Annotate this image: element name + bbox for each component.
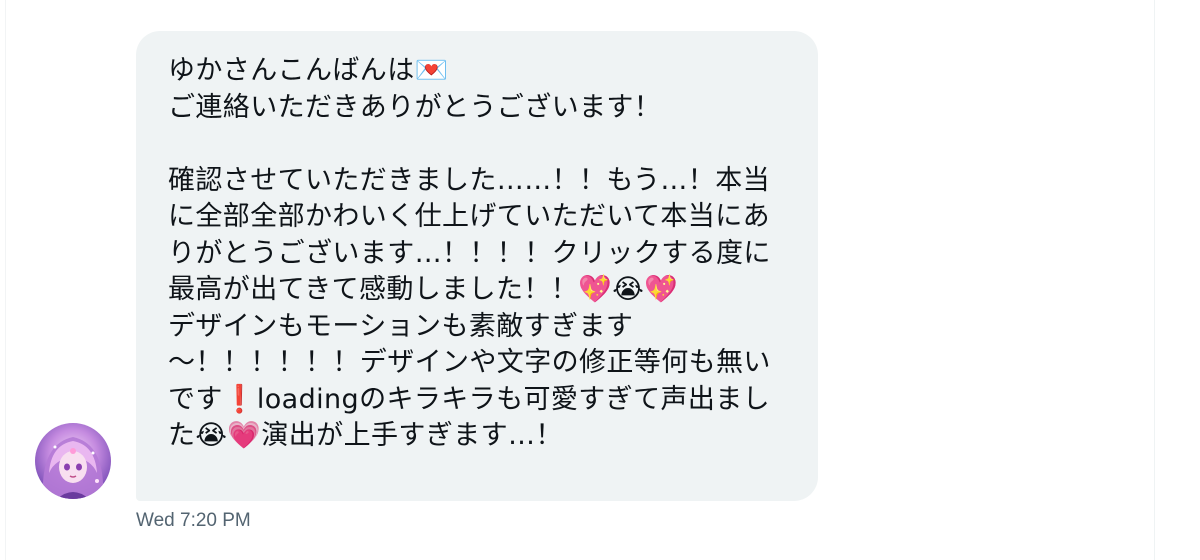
- message-timestamp: Wed 7:20 PM: [136, 510, 251, 531]
- message-text: ゆかさんこんばんは💌 ご連絡いただきありがとうございます！ 確認させていただきま…: [168, 55, 771, 451]
- sender-avatar[interactable]: [35, 423, 111, 499]
- message-bubble[interactable]: ゆかさんこんばんは💌 ご連絡いただきありがとうございます！ 確認させていただきま…: [136, 31, 818, 501]
- anime-girl-avatar-icon: [43, 437, 103, 499]
- conversation-right-divider: [1154, 0, 1155, 560]
- conversation-left-divider: [5, 0, 6, 560]
